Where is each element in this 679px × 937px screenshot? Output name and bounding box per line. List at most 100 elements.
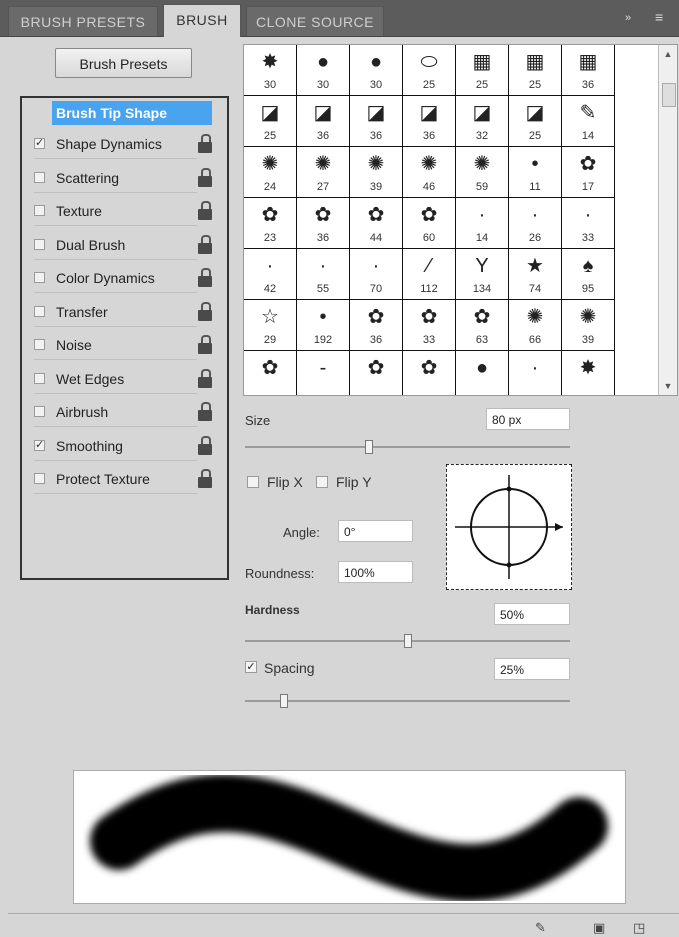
option-checkbox[interactable]: ✓	[34, 439, 45, 451]
brush-tip-cell[interactable]: ✿ 36	[297, 198, 350, 249]
brush-tip-cell[interactable]: ✿ 23	[244, 198, 297, 249]
option-checkbox[interactable]	[34, 205, 45, 216]
option-row[interactable]: Color Dynamics	[22, 265, 227, 293]
tab-brush[interactable]: BRUSH	[163, 4, 241, 37]
brush-tip-cell[interactable]: ◪ 25	[509, 96, 562, 147]
brush-tip-cell[interactable]: · 42	[244, 249, 297, 300]
tab-clone-source[interactable]: CLONE SOURCE	[246, 6, 384, 36]
option-checkbox[interactable]	[34, 171, 45, 183]
option-checkbox[interactable]	[34, 272, 45, 283]
brush-tip-cell[interactable]: ✺ 59	[456, 147, 509, 198]
spacing-checkbox[interactable]: ✓	[245, 661, 257, 673]
option-checkbox[interactable]	[34, 305, 45, 317]
option-row[interactable]: Scattering	[22, 165, 227, 193]
brush-tip-shape-item[interactable]: Brush Tip Shape	[52, 101, 212, 125]
brush-tip-cell[interactable]: · 55	[297, 249, 350, 300]
brush-tip-cell[interactable]: ◪ 36	[350, 96, 403, 147]
lock-icon[interactable]	[198, 335, 212, 355]
brush-tip-cell[interactable]: ◪ 25	[244, 96, 297, 147]
brush-tip-cell[interactable]: · 70	[350, 249, 403, 300]
angle-field[interactable]: 0°	[338, 520, 413, 542]
flip-y-checkbox[interactable]	[316, 476, 328, 488]
option-checkbox[interactable]	[34, 406, 45, 417]
panel-menu-icon[interactable]: ≡	[655, 9, 663, 25]
spacing-slider-thumb[interactable]	[280, 694, 288, 708]
option-checkbox[interactable]	[34, 473, 45, 484]
hardness-field[interactable]: 50%	[494, 603, 570, 625]
option-row[interactable]: Noise	[22, 332, 227, 360]
brush-tip-cell[interactable]: ✿	[244, 351, 297, 395]
lock-icon[interactable]	[198, 134, 212, 154]
option-row[interactable]: Dual Brush	[22, 232, 227, 260]
brush-tip-cell[interactable]: ▦ 25	[509, 45, 562, 96]
option-checkbox[interactable]	[34, 372, 45, 384]
lock-icon[interactable]	[198, 368, 212, 389]
brush-presets-button[interactable]: Brush Presets	[55, 48, 192, 78]
brush-tip-cell[interactable]: ▦ 36	[562, 45, 615, 96]
size-slider-thumb[interactable]	[364, 440, 373, 454]
brush-tip-cell[interactable]: ✿ 33	[403, 300, 456, 351]
brush-tip-cell[interactable]: ★ 74	[509, 249, 562, 300]
brush-tip-cell[interactable]: ● 30	[297, 45, 350, 96]
panel-icon[interactable]: ▣	[593, 920, 605, 936]
option-row[interactable]: Wet Edges	[22, 366, 227, 394]
brush-tip-cell[interactable]: • 192	[297, 300, 350, 351]
scroll-thumb[interactable]	[662, 83, 676, 107]
brush-tip-cell[interactable]: ✸	[562, 351, 615, 395]
brush-tip-cell[interactable]: -	[297, 351, 350, 395]
hardness-slider-thumb[interactable]	[403, 634, 412, 648]
lock-icon[interactable]	[198, 469, 212, 489]
size-field[interactable]: 80 px	[486, 408, 570, 430]
brush-tip-cell[interactable]: ✺ 46	[403, 147, 456, 198]
brush-tip-cell[interactable]: ✸ 30	[244, 45, 297, 96]
spacing-slider-track[interactable]	[245, 700, 570, 702]
double-chevron-icon[interactable]: »	[625, 12, 631, 24]
brush-toggle-icon[interactable]: ✎	[535, 920, 546, 936]
brush-tip-cell[interactable]: ·	[509, 351, 562, 395]
option-row[interactable]: Transfer	[22, 299, 227, 327]
flip-x-checkbox[interactable]	[247, 476, 259, 488]
lock-icon[interactable]	[198, 435, 212, 456]
roundness-field[interactable]: 100%	[338, 561, 413, 583]
lock-icon[interactable]	[198, 167, 212, 188]
brush-tip-cell[interactable]: ☆ 29	[244, 300, 297, 351]
scroll-up-arrow-icon[interactable]: ▲	[659, 49, 677, 59]
spacing-field[interactable]: 25%	[494, 658, 570, 680]
brush-tip-cell[interactable]: ✿ 36	[350, 300, 403, 351]
option-checkbox[interactable]	[34, 238, 45, 250]
lock-icon[interactable]	[198, 301, 212, 322]
option-row[interactable]: Protect Texture	[22, 466, 227, 494]
brush-tip-cell[interactable]: ♠ 95	[562, 249, 615, 300]
brush-tip-cell[interactable]: ✿ 63	[456, 300, 509, 351]
angle-roundness-widget[interactable]	[446, 464, 572, 590]
option-row[interactable]: ✓ Shape Dynamics	[22, 131, 227, 159]
brush-tip-cell[interactable]: · 26	[509, 198, 562, 249]
lock-icon[interactable]	[198, 234, 212, 255]
brush-tip-cell[interactable]: ✿ 60	[403, 198, 456, 249]
brush-tip-cell[interactable]: ⬭ 25	[403, 45, 456, 96]
brush-tip-cell[interactable]: ◪ 36	[297, 96, 350, 147]
option-row[interactable]: Airbrush	[22, 399, 227, 427]
brush-tip-cell[interactable]: ✺ 24	[244, 147, 297, 198]
brush-tip-cell[interactable]: · 33	[562, 198, 615, 249]
brush-tip-cell[interactable]: ⁄ 112	[403, 249, 456, 300]
scroll-down-arrow-icon[interactable]: ▼	[659, 381, 677, 391]
brush-tip-cell[interactable]: ● 30	[350, 45, 403, 96]
brush-tip-cell[interactable]: ✺ 39	[562, 300, 615, 351]
brush-tip-cell[interactable]: ▦ 25	[456, 45, 509, 96]
size-slider-track[interactable]	[245, 446, 570, 448]
option-checkbox[interactable]	[34, 339, 45, 350]
brush-tip-cell[interactable]: ✿	[403, 351, 456, 395]
brush-tip-cell[interactable]: ✿ 17	[562, 147, 615, 198]
brush-tip-cell[interactable]: ✎ 14	[562, 96, 615, 147]
brush-tip-cell[interactable]: • 11	[509, 147, 562, 198]
brush-tip-cell[interactable]: ✿	[350, 351, 403, 395]
lock-icon[interactable]	[198, 201, 212, 221]
option-row[interactable]: ✓ Smoothing	[22, 433, 227, 461]
brush-tip-cell[interactable]: ✺ 39	[350, 147, 403, 198]
lock-icon[interactable]	[198, 402, 212, 422]
option-checkbox[interactable]: ✓	[34, 138, 45, 149]
brush-tip-cell[interactable]: ✿ 44	[350, 198, 403, 249]
brush-tip-cell[interactable]: Y 134	[456, 249, 509, 300]
grid-scrollbar[interactable]: ▲ ▼	[658, 45, 677, 395]
